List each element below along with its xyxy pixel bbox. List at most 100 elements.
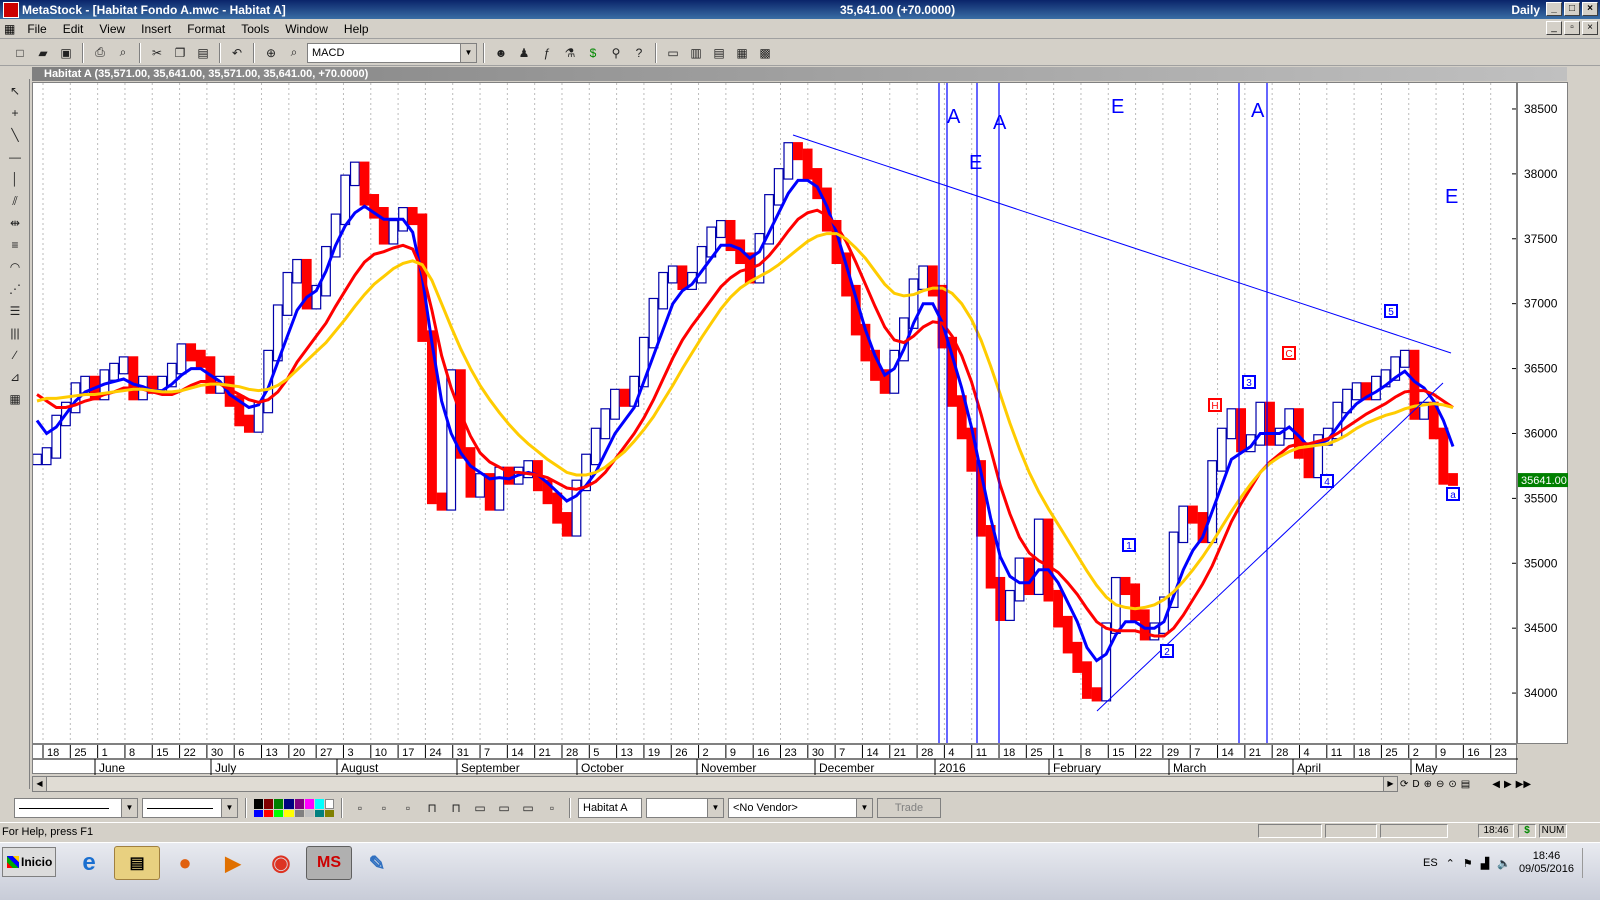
arc-icon[interactable]: ◠ [4,257,26,277]
zoom-icon[interactable]: ⌕ [284,43,304,63]
fibonacci-icon[interactable]: ≡ [4,235,26,255]
volume-icon[interactable]: 🔈 [1497,857,1511,870]
firefox-icon[interactable]: ● [162,846,208,880]
menu-view[interactable]: View [91,22,133,36]
vendor-combo[interactable]: <No Vendor> ▼ [728,798,873,818]
internet-explorer-icon[interactable]: e [66,846,112,880]
chevron-down-icon[interactable]: ▼ [856,799,872,817]
x-axis[interactable]: 18 25 1 8 15 22 30 6 13 20 27 3 10 17 24 31 7 14 21 28 5 13 19… [32,744,1518,775]
help-pointer-icon[interactable]: ? [629,43,649,63]
doc-restore-button[interactable]: ▫ [1564,21,1580,35]
retracement-icon[interactable]: ☰ [4,301,26,321]
show-desktop-button[interactable] [1582,848,1592,878]
open-icon[interactable]: ▰ [33,43,53,63]
start-button[interactable]: Inicio [2,847,56,877]
horizontal-line-icon[interactable]: — [4,147,26,167]
y-axis[interactable]: 34000 34500 35000 35500 36000 36500 37000 37500… [1517,82,1568,744]
style-icon-7[interactable]: ▭ [494,798,514,818]
style-icon-1[interactable]: ▫ [350,798,370,818]
crosshair-tool-icon[interactable]: + [4,103,26,123]
zoom-in-icon[interactable]: ⊕ [1424,779,1432,790]
dollar-icon[interactable]: $ [583,43,603,63]
fan-icon[interactable]: ⋰ [4,279,26,299]
grid-icon[interactable]: ▦ [4,389,26,409]
fit-icon[interactable]: ⊙ [1448,779,1456,790]
gann-fan-icon[interactable]: ⊿ [4,367,26,387]
security-combo[interactable]: Habitat A [578,798,642,818]
cycle-lines-icon[interactable]: ⇹ [4,213,26,233]
cut-icon[interactable]: ✂ [147,43,167,63]
chevron-down-icon[interactable]: ▼ [121,799,137,817]
metastock-app-icon[interactable] [3,1,19,18]
copy-icon[interactable]: ❐ [170,43,190,63]
metastock-taskbar-icon[interactable]: MS [306,846,352,880]
zoom-out-icon[interactable]: ⊖ [1436,779,1444,790]
crosshair-icon[interactable]: ⊕ [261,43,281,63]
indicator-combo[interactable]: MACD ▼ [307,42,477,63]
tile-horizontal-icon[interactable]: ▤ [709,43,729,63]
print-icon[interactable]: ⎙ [90,43,110,63]
nav-end-icon[interactable]: ▶▶ [1516,779,1531,790]
pointer-icon[interactable]: ↖ [4,81,26,101]
chart-window-title[interactable]: Habitat A (35,571.00, 35,641.00, 35,571.… [32,67,1567,81]
menu-insert[interactable]: Insert [133,22,179,36]
time-zones-icon[interactable]: ||| [4,323,26,343]
menu-edit[interactable]: Edit [55,22,92,36]
minimize-button[interactable]: _ [1546,2,1562,16]
media-player-icon[interactable]: ▶ [210,846,256,880]
cascade-icon[interactable]: ▭ [663,43,683,63]
tile-vertical-icon[interactable]: ▥ [686,43,706,63]
chevron-down-icon[interactable]: ▼ [460,43,476,62]
advisor-icon[interactable]: ♟ [514,43,534,63]
menu-format[interactable]: Format [179,22,233,36]
arrange-icon[interactable]: ▩ [755,43,775,63]
scroll-right-icon[interactable]: ▶ [1383,777,1397,791]
paste-icon[interactable]: ▤ [193,43,213,63]
style-icon-4[interactable]: ⊓ [422,798,442,818]
maximize-button[interactable]: □ [1564,2,1580,16]
style-icon-8[interactable]: ▭ [518,798,538,818]
account-combo[interactable]: ▼ [646,798,724,818]
style-icon-9[interactable]: ▫ [542,798,562,818]
tile-grid-icon[interactable]: ▦ [732,43,752,63]
line-style-combo[interactable]: ▼ [14,798,138,818]
parallel-lines-icon[interactable]: ⫽ [4,191,26,211]
style-icon-3[interactable]: ▫ [398,798,418,818]
network-icon[interactable]: ▟ [1481,857,1489,870]
explorer-icon[interactable]: ⚲ [606,43,626,63]
trade-button[interactable]: Trade [877,798,941,818]
formula-icon[interactable]: ƒ [537,43,557,63]
line-weight-combo[interactable]: ▼ [142,798,238,818]
file-explorer-icon[interactable]: ▤ [114,846,160,880]
chevron-down-icon[interactable]: ▼ [707,799,723,817]
menu-file[interactable]: File [19,22,54,36]
save-icon[interactable]: ▣ [56,43,76,63]
periodicity-d-button[interactable]: D [1412,779,1419,790]
chrome-icon[interactable]: ◉ [258,846,304,880]
vertical-line-icon[interactable]: │ [4,169,26,189]
regression-icon[interactable]: ∕ [4,345,26,365]
doc-icon[interactable]: ▦ [0,22,19,36]
price-chart[interactable]: AAEEAE12345aHC [32,82,1517,744]
horizontal-scrollbar[interactable]: ◀ ▶ [32,776,1398,792]
nav-right-icon[interactable]: ▶ [1504,779,1512,790]
system-tester-icon[interactable]: ⚗ [560,43,580,63]
menu-tools[interactable]: Tools [233,22,277,36]
nav-left-icon[interactable]: ◀ [1492,779,1500,790]
new-icon[interactable]: □ [10,43,30,63]
undo-icon[interactable]: ↶ [227,43,247,63]
style-icon-2[interactable]: ▫ [374,798,394,818]
grid-toggle-icon[interactable]: ▤ [1461,779,1470,790]
color-palette[interactable] [254,799,334,817]
chevron-down-icon[interactable]: ▼ [221,799,237,817]
expert-icon[interactable]: ☻ [491,43,511,63]
style-icon-6[interactable]: ▭ [470,798,490,818]
refresh-icon[interactable]: ⟳ [1400,779,1408,790]
style-icon-5[interactable]: ⊓ [446,798,466,818]
menu-window[interactable]: Window [277,22,336,36]
paint-icon[interactable]: ✎ [354,846,400,880]
clock[interactable]: 18:46 09/05/2016 [1519,850,1574,876]
doc-close-button[interactable]: × [1582,21,1598,35]
trendline-icon[interactable]: ╲ [4,125,26,145]
print-preview-icon[interactable]: ⌕ [113,43,133,63]
